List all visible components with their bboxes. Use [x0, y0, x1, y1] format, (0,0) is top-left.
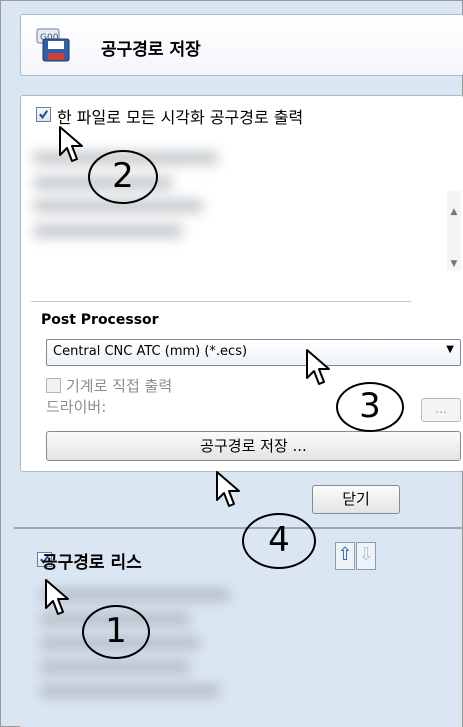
annotation-step-2: 2	[88, 150, 158, 204]
panel-separator	[14, 527, 462, 529]
blurred-toolpath-item	[40, 684, 220, 698]
export-all-label: 한 파일로 모든 시각화 공구경로 출력	[57, 108, 304, 127]
driver-label: 드라이버:	[46, 398, 107, 416]
mouse-cursor-icon	[306, 349, 330, 385]
annotation-step-1: 1	[82, 605, 150, 659]
toolpath-scrollbar[interactable]: ▲ ▼	[447, 191, 461, 271]
mouse-cursor-icon	[59, 126, 83, 162]
toolpath-list-title: 공구경로 리스	[42, 553, 142, 573]
mouse-cursor-icon	[45, 579, 69, 615]
gcode-save-icon: G00	[36, 28, 70, 62]
panel-header: G00 공구경로 저장	[20, 14, 463, 76]
annotation-step-4: 4	[242, 513, 316, 569]
blurred-toolpath-item	[40, 660, 190, 674]
direct-output-label: 기계로 직접 출력	[66, 377, 173, 395]
chevron-down-icon: ▼	[446, 344, 454, 355]
export-all-checkbox[interactable]	[36, 107, 51, 122]
post-processor-label: Post Processor	[41, 312, 159, 328]
driver-browse-button[interactable]: ...	[421, 398, 461, 422]
close-button[interactable]: 닫기	[312, 485, 400, 514]
mouse-cursor-icon	[216, 471, 240, 507]
post-processor-select[interactable]: Central CNC ATC (mm) (*.ecs) ▼	[46, 339, 461, 366]
panel-title: 공구경로 저장	[101, 40, 201, 60]
scroll-up-icon[interactable]: ▲	[447, 205, 461, 219]
post-processor-value: Central CNC ATC (mm) (*.ecs)	[53, 344, 248, 359]
annotation-step-3: 3	[336, 382, 404, 432]
blurred-toolpath-item	[33, 224, 183, 238]
section-divider	[31, 301, 411, 302]
move-down-icon[interactable]: ⇩	[356, 542, 376, 570]
direct-output-checkbox[interactable]	[46, 378, 61, 393]
move-up-icon[interactable]: ⇧	[335, 542, 355, 570]
scroll-down-icon[interactable]: ▼	[447, 257, 461, 271]
save-toolpath-button[interactable]: 공구경로 저장 ...	[46, 431, 461, 461]
